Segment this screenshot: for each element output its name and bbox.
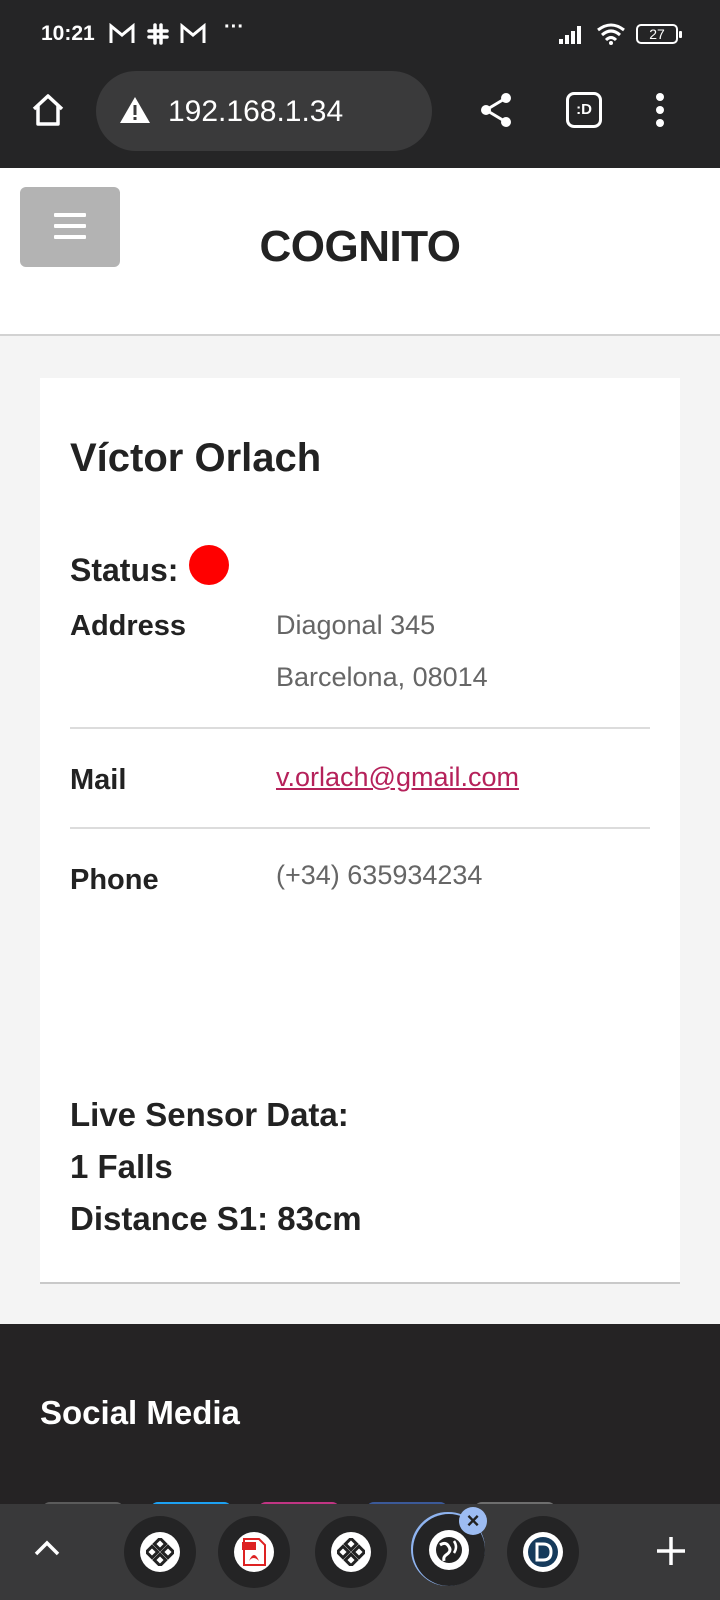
gmail-icon bbox=[109, 20, 135, 48]
globe-icon bbox=[429, 1530, 469, 1570]
pdf-icon bbox=[234, 1532, 274, 1572]
grid-app-icon bbox=[331, 1532, 371, 1572]
address-label: Address bbox=[70, 610, 187, 642]
d-app-icon bbox=[523, 1532, 563, 1572]
wifi-icon bbox=[596, 20, 626, 48]
slack-icon bbox=[146, 20, 170, 48]
site-title: COGNITO bbox=[259, 222, 461, 271]
sensor-distance: Distance S1: 83cm bbox=[70, 1200, 362, 1237]
gmail-icon bbox=[180, 20, 206, 48]
share-icon[interactable] bbox=[478, 90, 514, 135]
url-text: 192.168.1.34 bbox=[168, 95, 344, 128]
tab-switcher-button[interactable]: :D bbox=[566, 92, 602, 128]
site-header: COGNITO bbox=[0, 168, 720, 336]
address-bar[interactable]: 192.168.1.34 bbox=[96, 71, 432, 151]
phone-label: Phone bbox=[70, 864, 159, 896]
phone-value: (+34) 635934234 bbox=[276, 860, 483, 890]
status-time: 10:21 bbox=[41, 22, 95, 45]
chevron-up-icon[interactable] bbox=[33, 1538, 61, 1563]
address-line-1: Diagonal 345 bbox=[276, 610, 436, 640]
browser-toolbar: 192.168.1.34 :D bbox=[0, 68, 720, 168]
home-icon[interactable] bbox=[28, 90, 68, 135]
profile-card: Víctor Orlach Status: Address Diagonal 3… bbox=[40, 378, 680, 1284]
close-tab-button[interactable]: × bbox=[459, 1507, 487, 1535]
tab-5[interactable] bbox=[507, 1516, 579, 1588]
sensor-falls: 1 Falls bbox=[70, 1148, 173, 1185]
sensor-heading: Live Sensor Data: bbox=[70, 1096, 349, 1133]
battery-indicator: 27 bbox=[636, 24, 682, 44]
divider bbox=[70, 727, 650, 729]
address-line-2: Barcelona, 08014 bbox=[276, 662, 488, 692]
status-label: Status: bbox=[70, 552, 179, 588]
mail-label: Mail bbox=[70, 764, 127, 796]
grid-app-icon bbox=[140, 1532, 180, 1572]
mail-link[interactable]: v.orlach@gmail.com bbox=[276, 762, 519, 793]
menu-line bbox=[54, 213, 86, 217]
status-bar: 10:21 ··· 27 bbox=[0, 0, 720, 68]
status-indicator bbox=[189, 545, 229, 585]
overflow-menu-icon[interactable] bbox=[654, 92, 666, 133]
new-tab-plus-icon[interactable] bbox=[654, 1534, 688, 1573]
user-name: Víctor Orlach bbox=[70, 436, 322, 480]
warning-icon bbox=[118, 95, 152, 130]
tab-2[interactable] bbox=[218, 1516, 290, 1588]
tab-3[interactable] bbox=[315, 1516, 387, 1588]
footer-title: Social Media bbox=[40, 1394, 240, 1431]
tab-strip: × bbox=[0, 1504, 720, 1600]
signal-icon bbox=[558, 20, 586, 48]
tab-1[interactable] bbox=[124, 1516, 196, 1588]
more-notifications: ··· bbox=[224, 16, 244, 38]
divider bbox=[70, 827, 650, 829]
